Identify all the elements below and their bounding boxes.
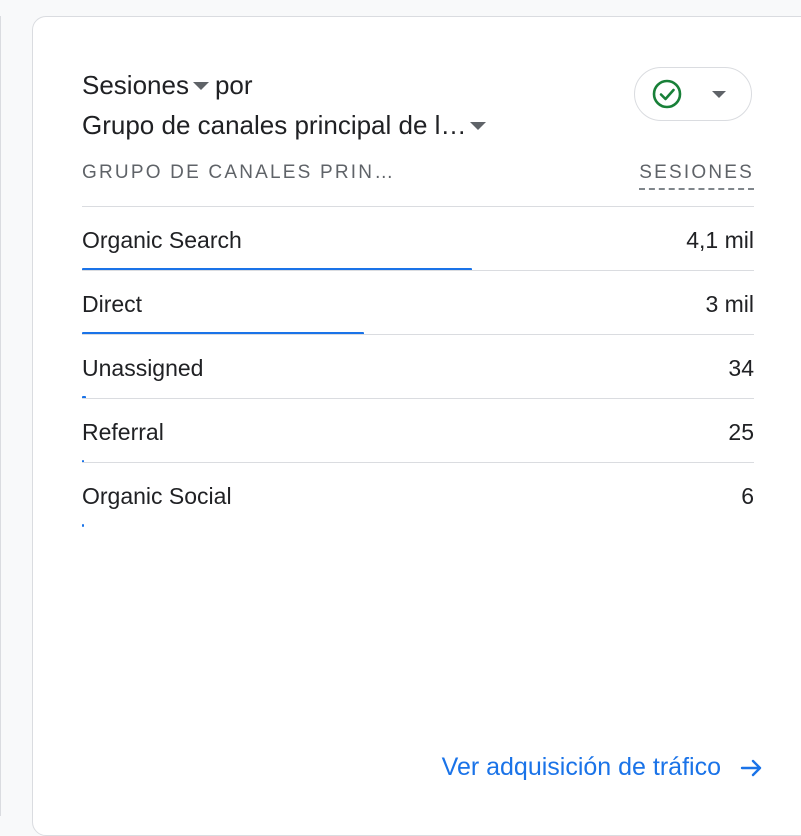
metric-dropdown-caret-icon[interactable] — [192, 81, 209, 90]
comparison-status-dropdown[interactable] — [634, 67, 752, 121]
column-header-metric[interactable]: SESIONES — [639, 162, 754, 190]
table-row[interactable]: Unassigned 34 — [82, 334, 754, 399]
footer-link-label: Ver adquisición de tráfico — [441, 753, 721, 781]
row-share-bar — [82, 524, 84, 527]
row-value: 25 — [728, 419, 754, 445]
row-label: Direct — [82, 291, 143, 317]
row-value: 6 — [741, 483, 754, 509]
dimension-dropdown-caret-icon[interactable] — [470, 121, 487, 130]
table-row[interactable]: Referral 25 — [82, 398, 754, 463]
by-label: por — [214, 70, 253, 100]
adjacent-card-edge — [0, 16, 1, 816]
table-row[interactable]: Organic Social 6 — [82, 462, 754, 527]
column-header-dimension[interactable]: GRUPO DE CANALES PRIN… — [82, 162, 395, 184]
arrow-right-icon — [740, 759, 762, 776]
row-label: Referral — [82, 419, 164, 445]
row-value: 34 — [728, 355, 754, 381]
row-value: 3 mil — [705, 291, 754, 317]
metric-selector-label[interactable]: Sesiones — [82, 70, 189, 101]
dimension-selector-label[interactable]: Grupo de canales principal de l… — [82, 110, 466, 141]
channel-table: Organic Search 4,1 mil Direct 3 mil Unas… — [82, 206, 754, 527]
view-traffic-acquisition-link[interactable]: Ver adquisición de tráfico — [442, 753, 765, 782]
chevron-down-icon — [712, 91, 726, 98]
row-label: Unassigned — [82, 355, 204, 381]
table-row[interactable]: Direct 3 mil — [82, 270, 754, 335]
check-circle-icon — [652, 79, 682, 109]
row-label: Organic Search — [82, 227, 242, 253]
row-value: 4,1 mil — [686, 227, 754, 253]
card-title-metric: Sesiones por — [82, 70, 253, 101]
card-title-dimension: Grupo de canales principal de l… — [82, 110, 492, 141]
table-row[interactable]: Organic Search 4,1 mil — [82, 206, 754, 271]
row-label: Organic Social — [82, 483, 232, 509]
